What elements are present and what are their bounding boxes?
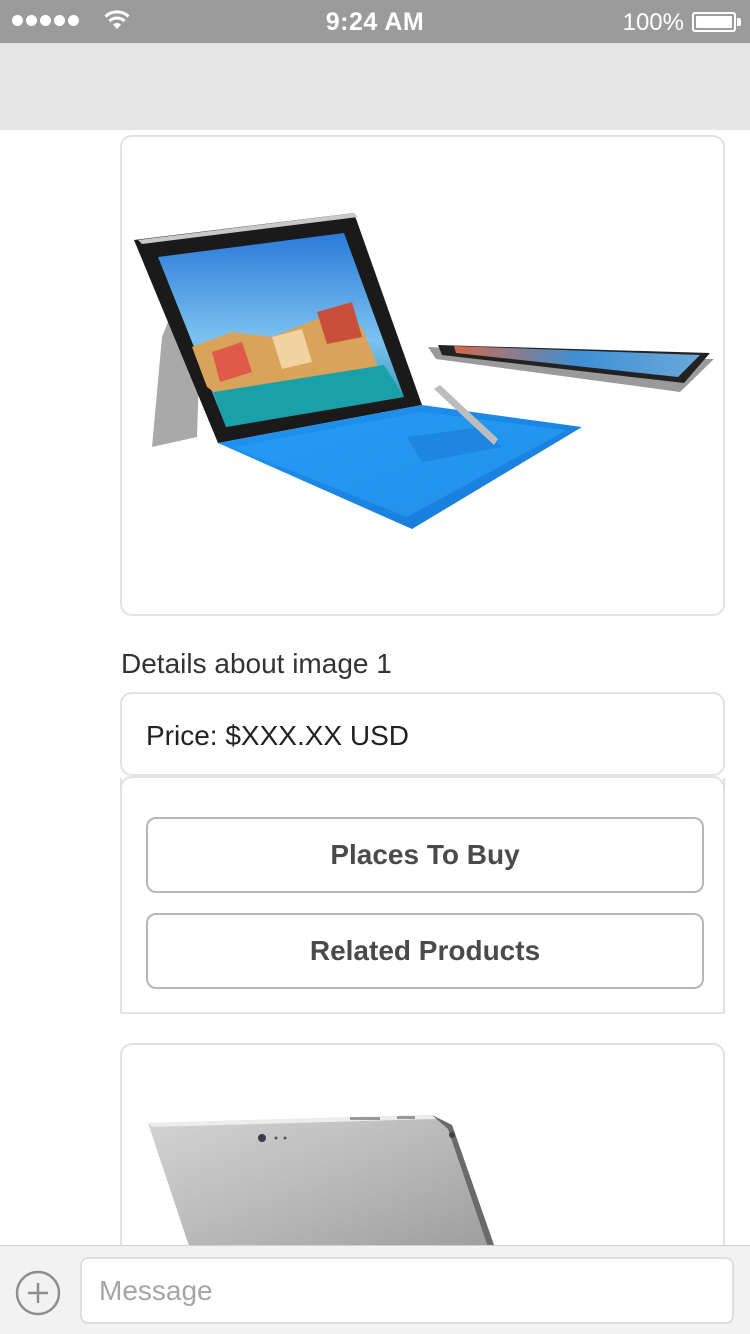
action-buttons-card: Places To Buy Related Products	[120, 776, 725, 1014]
conversation-content[interactable]: Details about image 1 Price: $XXX.XX USD…	[0, 130, 750, 1245]
image-card[interactable]	[120, 1043, 725, 1245]
surface-laptop-image[interactable]	[122, 137, 723, 614]
battery-icon	[692, 12, 736, 32]
nav-bar	[0, 43, 750, 130]
price-card: Price: $XXX.XX USD	[120, 692, 725, 776]
message-input[interactable]	[80, 1257, 734, 1324]
places-to-buy-button[interactable]: Places To Buy	[146, 817, 704, 893]
status-bar: 9:24 AM 100%	[0, 0, 750, 43]
plus-circle-icon[interactable]	[15, 1270, 61, 1316]
image-card[interactable]	[120, 135, 725, 616]
surface-tablet-back-image[interactable]	[122, 1045, 723, 1245]
price-text: Price: $XXX.XX USD	[146, 720, 409, 751]
message-composer	[0, 1245, 750, 1334]
image-caption: Details about image 1	[121, 648, 392, 679]
related-products-button[interactable]: Related Products	[146, 913, 704, 989]
battery-percent: 100%	[622, 9, 684, 36]
battery-tip	[737, 18, 741, 26]
